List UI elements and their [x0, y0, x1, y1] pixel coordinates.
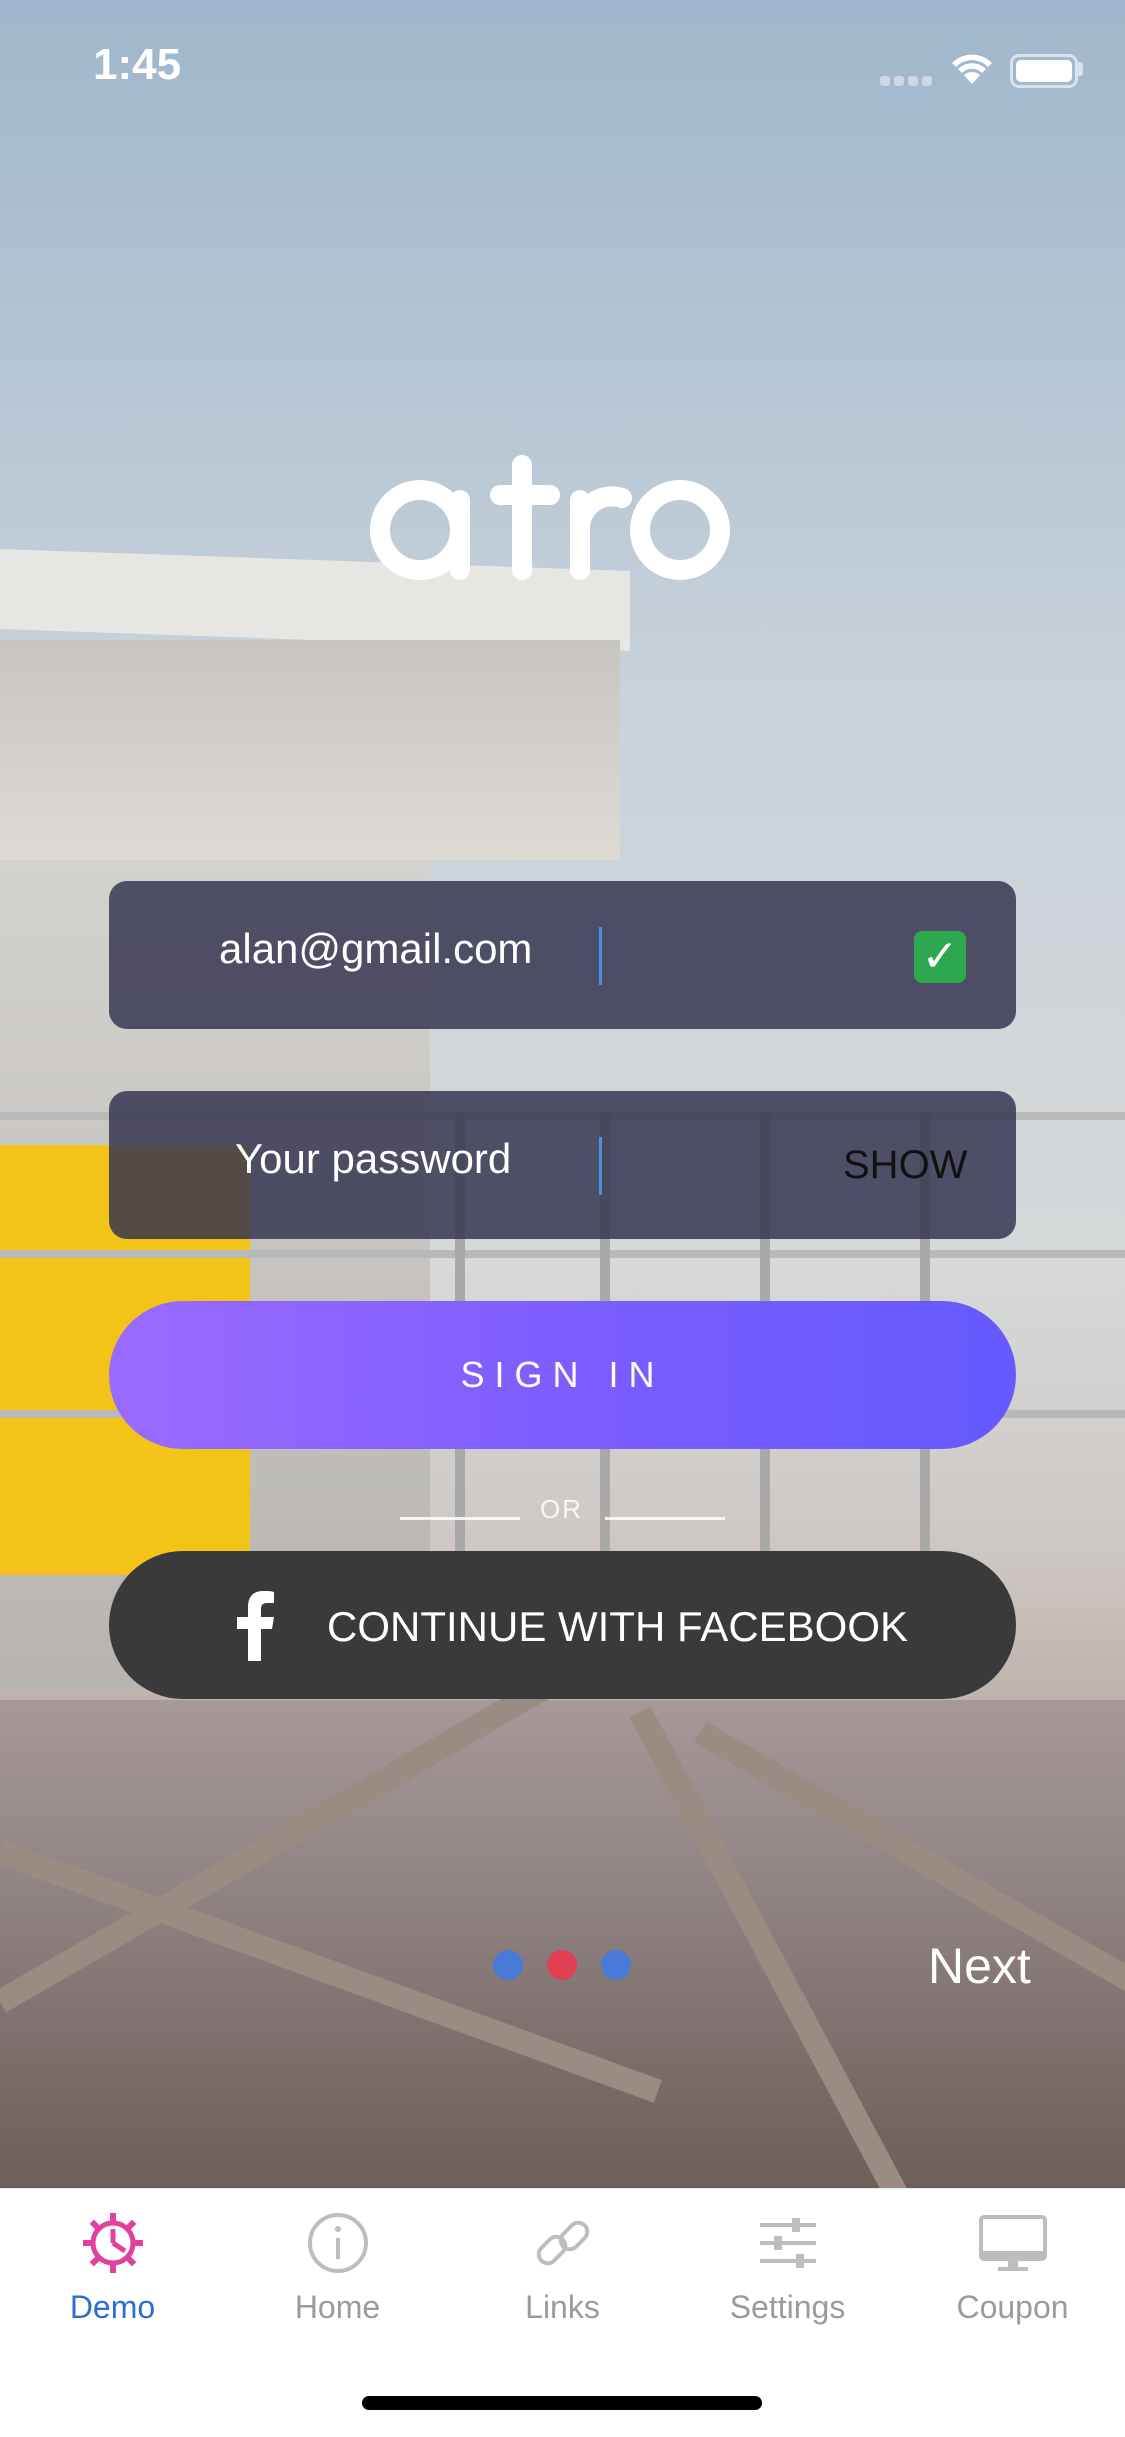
- password-placeholder[interactable]: Your password: [235, 1135, 511, 1183]
- tab-label: Coupon: [956, 2289, 1069, 2325]
- password-field[interactable]: Your password SHOW: [109, 1091, 1016, 1239]
- checkmark-icon: ✓: [914, 931, 966, 983]
- battery-cap: [1078, 62, 1083, 76]
- text-caret: [599, 1137, 602, 1195]
- next-button[interactable]: Next: [928, 1937, 1031, 1995]
- page-dot-active[interactable]: [547, 1950, 577, 1980]
- email-input-value[interactable]: alan@gmail.com: [219, 925, 532, 973]
- page-dot[interactable]: [601, 1950, 631, 1980]
- or-label: OR: [540, 1494, 583, 1524]
- sliders-icon: [759, 2218, 816, 2268]
- gear-icon: [82, 2213, 143, 2273]
- status-bar: 1:45: [0, 0, 1125, 140]
- facebook-button-label: CONTINUE WITH FACEBOOK: [327, 1603, 909, 1650]
- tab-label: Settings: [729, 2289, 846, 2325]
- tab-label: Demo: [69, 2289, 156, 2325]
- tab-home[interactable]: Home: [225, 2211, 450, 2361]
- link-icon: [536, 2220, 589, 2266]
- text-caret: [599, 927, 602, 985]
- cellular-signal-icon: [880, 76, 932, 86]
- tab-demo[interactable]: Demo: [0, 2211, 225, 2361]
- divider-line-right: [605, 1517, 725, 1520]
- divider-line-left: [400, 1517, 520, 1520]
- tab-settings[interactable]: Settings: [675, 2211, 900, 2361]
- lifeguard-hut-upper: [0, 640, 620, 860]
- facebook-icon: [237, 1591, 274, 1661]
- tab-label: Home: [294, 2289, 381, 2325]
- or-divider: OR: [400, 1492, 725, 1528]
- continue-with-facebook-button[interactable]: CONTINUE WITH FACEBOOK: [109, 1551, 1016, 1699]
- show-password-button[interactable]: SHOW: [843, 1143, 967, 1188]
- monitor-icon: [978, 2215, 1047, 2271]
- tab-links[interactable]: Links: [450, 2211, 675, 2361]
- info-icon: [307, 2213, 368, 2273]
- status-time: 1:45: [93, 40, 182, 89]
- sign-in-button[interactable]: SIGN IN: [109, 1301, 1016, 1449]
- railing: [0, 1250, 1125, 1258]
- home-indicator[interactable]: [362, 2396, 762, 2410]
- email-field[interactable]: alan@gmail.com ✓: [109, 881, 1016, 1029]
- app-logo: [370, 455, 730, 580]
- wifi-icon: [952, 54, 992, 84]
- page-indicator: [493, 1950, 633, 1982]
- tab-coupon[interactable]: Coupon: [900, 2211, 1125, 2361]
- battery-icon: [1010, 54, 1078, 88]
- page-dot[interactable]: [493, 1950, 523, 1980]
- tab-label: Links: [525, 2289, 600, 2325]
